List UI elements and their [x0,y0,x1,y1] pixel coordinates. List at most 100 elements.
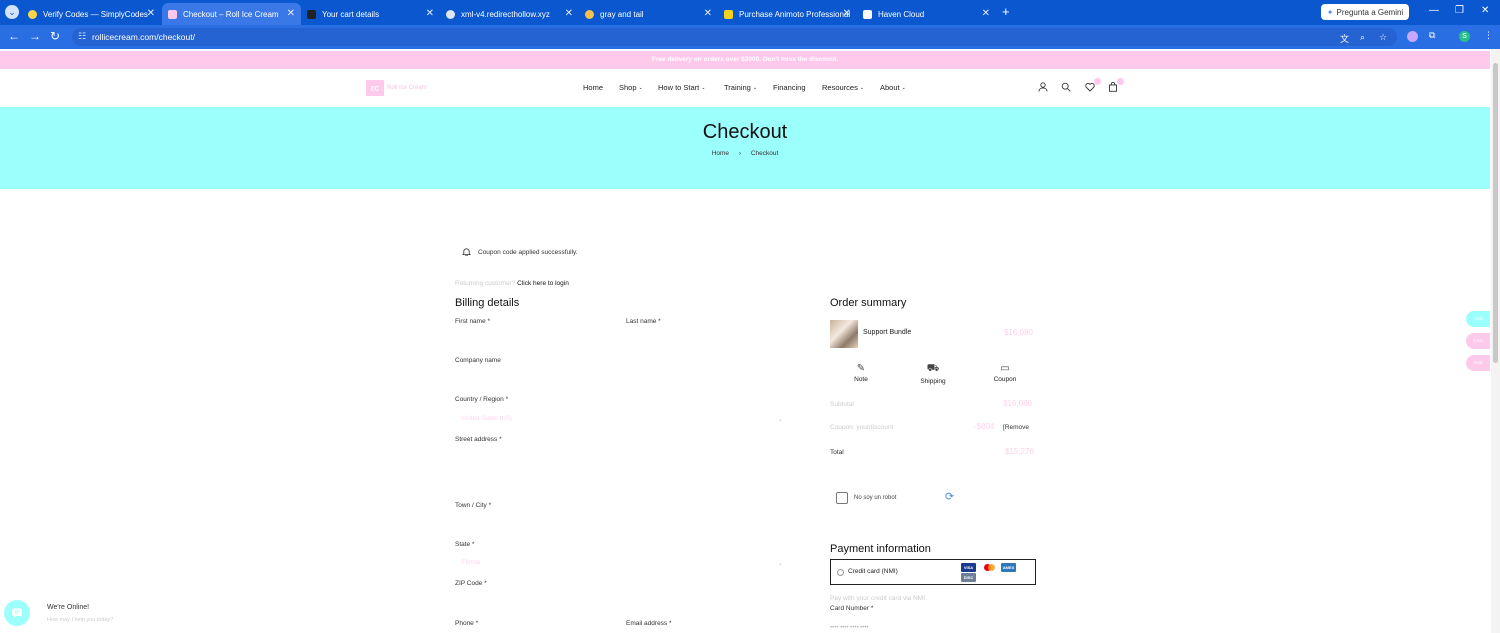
nav-home[interactable]: Home [583,83,603,92]
product-thumbnail [830,320,858,348]
extension-icon[interactable] [1407,31,1418,42]
chat-bubble-icon[interactable] [4,600,30,626]
globe-favicon-icon [446,9,455,19]
back-arrow-icon[interactable]: ← [8,30,20,42]
site-header: rc Roll Ice Cream Home Shop ⌄ How to Sta… [0,69,1490,107]
forward-arrow-icon[interactable]: → [29,30,41,42]
tab-checkout[interactable]: Checkout – Roll Ice Cream ✕ [162,3,301,25]
url-input[interactable]: ☷ rollicecream.com/checkout/ 文 ⌕ ☆ [72,28,1397,46]
zoom-icon[interactable]: ⌕ [1360,32,1365,43]
kebab-menu-icon[interactable]: ⋮ [1484,30,1493,41]
nav-how-to-start[interactable]: How to Start ⌄ [658,83,705,92]
profile-avatar[interactable]: S [1459,31,1470,42]
country-select[interactable]: United States (US) [462,416,784,426]
subtotal-label: Subtotal [830,401,854,408]
product-name: Support Bundle [863,329,912,336]
currency-usd-pill[interactable]: USD [1466,311,1490,327]
nav-training[interactable]: Training ⌄ [724,83,757,92]
pencil-icon: ✎ [856,363,866,374]
close-window-icon[interactable]: ✕ [1481,5,1489,16]
new-tab-plus-icon[interactable]: + [1002,5,1010,18]
login-link[interactable]: Click here to login [517,280,569,287]
bookmark-star-icon[interactable]: ☆ [1379,32,1387,43]
recaptcha-checkbox[interactable] [836,492,848,504]
coupon-button[interactable]: ▭ Coupon [975,363,1035,383]
translate-icon[interactable]: 文 [1340,32,1349,45]
zip-label: ZIP Code * [455,580,487,587]
card-number-input[interactable]: •••• •••• •••• •••• [830,625,869,631]
close-tab-icon[interactable]: ✕ [843,8,851,19]
extensions-puzzle-icon[interactable]: ⧉ [1429,30,1435,41]
account-user-icon[interactable] [1037,82,1049,94]
town-label: Town / City * [455,502,492,509]
tab-title: gray and tail [600,9,644,19]
tab-cart-details[interactable]: Your cart details ✕ [301,3,440,25]
minimize-icon[interactable]: — [1429,5,1439,16]
ticket-icon: ▭ [1000,363,1010,374]
email-label: Email address * [626,620,672,627]
payment-description: Pay with your credit card via NMI. [830,595,927,602]
close-tab-icon[interactable]: ✕ [565,8,573,19]
chat-title: We're Online! [47,604,90,611]
tab-title: Purchase Animoto Professional [739,9,851,19]
tab-search-icon[interactable]: ⌄ [5,5,19,19]
chevron-down-icon: ⌄ [638,84,643,91]
search-icon[interactable] [1060,82,1072,94]
nav-financing[interactable]: Financing [773,83,806,92]
tab-haven-cloud[interactable]: Haven Cloud ✕ [857,3,996,25]
payment-title: Payment information [830,543,931,555]
remove-coupon-link[interactable]: [Remove [1003,424,1029,431]
url-text: rollicecream.com/checkout/ [92,32,195,42]
nav-about[interactable]: About ⌄ [880,83,906,92]
chevron-down-icon: ⌄ [701,84,706,91]
nav-resources-label: Resources [822,83,858,92]
shipping-button[interactable]: ⛟ Shipping [903,363,963,385]
site-info-icon[interactable]: ☷ [78,31,86,42]
payment-method-credit-card[interactable]: Credit card (NMI) VISA DISC AMEX [830,559,1036,585]
cart-bag-icon[interactable] [1107,78,1124,94]
remove-coupon-label: Remove [1004,424,1030,431]
page-title: Checkout [702,121,788,143]
animoto-favicon-icon [724,9,733,19]
payment-radio[interactable] [837,569,844,576]
chevron-down-icon: ⌄ [859,84,865,91]
tab-animoto[interactable]: Purchase Animoto Professional ✕ [718,3,857,25]
billing-title: Billing details [455,297,520,309]
returning-text: Returning customer? [455,280,516,287]
phone-label: Phone * [455,620,479,627]
close-tab-icon[interactable]: ✕ [147,8,155,19]
ask-gemini-button[interactable]: ✦ Pregunta a Gemini [1321,4,1409,20]
page-scrollbar[interactable] [1491,49,1500,633]
country-label: Country / Region * [455,396,509,403]
nav-resources[interactable]: Resources ⌄ [822,83,864,92]
tab-redirect[interactable]: xml-v4.redirecthollow.xyz ✕ [440,3,579,25]
total-label: Total [830,449,844,456]
recaptcha-logo-icon: ⟳ [945,491,955,503]
close-tab-icon[interactable]: ✕ [287,8,295,19]
wishlist-heart-icon[interactable] [1084,78,1101,94]
rollicecream-favicon-icon [168,9,177,19]
reload-icon[interactable]: ↻ [50,30,60,42]
breadcrumb-separator: › [738,150,742,157]
note-button[interactable]: ✎ Note [831,363,891,383]
order-summary-title: Order summary [830,297,907,309]
restore-icon[interactable]: ❐ [1455,5,1464,16]
currency-aud-pill[interactable]: AUD [1466,355,1490,371]
breadcrumb: Home › Checkout [0,150,1490,157]
site-logo[interactable]: rc Roll Ice Cream [366,80,427,96]
breadcrumb-home[interactable]: Home [712,150,729,157]
scrollbar-thumb[interactable] [1493,63,1498,363]
currency-cad-pill[interactable]: CAD [1466,333,1490,349]
state-label: State * [455,541,475,548]
tab-verify-codes[interactable]: Verify Codes — SimplyCodes ✕ [22,3,161,25]
close-tab-icon[interactable]: ✕ [982,8,990,19]
close-tab-icon[interactable]: ✕ [704,8,712,19]
chevron-down-icon: ⌄ [778,417,784,423]
close-tab-icon[interactable]: ✕ [426,8,434,19]
tab-gray-and-tail[interactable]: gray and tail ✕ [579,3,718,25]
state-select[interactable]: Florida [462,560,784,570]
nav-shop[interactable]: Shop ⌄ [619,83,643,92]
mastercard-icon [982,563,997,572]
simplycodes-favicon-icon [28,9,37,19]
cart-favicon-icon [307,9,316,19]
